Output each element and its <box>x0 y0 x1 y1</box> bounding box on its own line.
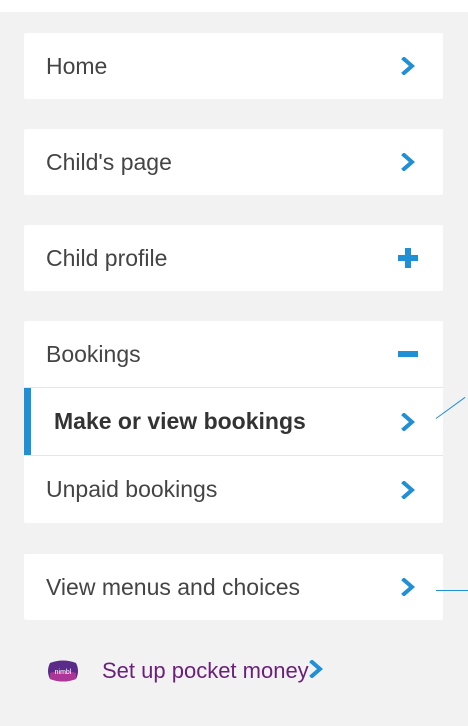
chevron-right-icon <box>397 411 419 433</box>
submenu-item-unpaid-bookings[interactable]: Unpaid bookings <box>24 455 443 523</box>
menu-item-bookings-label: Bookings <box>46 340 141 367</box>
childs-page-card: Child's page <box>24 129 443 195</box>
chevron-right-icon <box>397 576 419 598</box>
menu-item-childs-page[interactable]: Child's page <box>24 129 443 195</box>
callout-line-menus <box>436 590 468 591</box>
chevron-right-icon <box>397 55 419 77</box>
bookings-card: Bookings Make or view bookings Unpaid bo… <box>24 321 443 523</box>
chevron-right-icon <box>308 658 323 684</box>
plus-icon <box>397 247 419 269</box>
menu-item-set-up-pocket-money[interactable]: nimbl Set up pocket money <box>24 640 443 702</box>
menu-item-bookings[interactable]: Bookings <box>24 321 443 387</box>
submenu-item-unpaid-bookings-label: Unpaid bookings <box>46 476 218 502</box>
chevron-right-icon <box>397 151 419 173</box>
submenu-item-make-or-view-bookings-label: Make or view bookings <box>54 408 306 434</box>
chevron-right-icon <box>397 479 419 501</box>
nimbl-logo-icon: nimbl <box>46 659 80 683</box>
svg-text:nimbl: nimbl <box>55 669 72 676</box>
submenu-item-make-or-view-bookings[interactable]: Make or view bookings <box>24 387 443 455</box>
child-profile-card: Child profile <box>24 225 443 291</box>
minus-icon <box>397 343 419 365</box>
menu-item-child-profile[interactable]: Child profile <box>24 225 443 291</box>
menu-item-childs-page-label: Child's page <box>46 148 172 175</box>
menu-item-pocket-money-label: Set up pocket money <box>102 658 309 683</box>
menu-item-view-menus-label: View menus and choices <box>46 573 300 600</box>
menu-item-view-menus-and-choices[interactable]: View menus and choices <box>24 554 443 620</box>
menu-item-home[interactable]: Home <box>24 33 443 99</box>
menu-item-home-label: Home <box>46 52 108 79</box>
home-card: Home <box>24 33 443 99</box>
menu-item-child-profile-label: Child profile <box>46 244 168 271</box>
view-menus-card: View menus and choices <box>24 554 443 620</box>
